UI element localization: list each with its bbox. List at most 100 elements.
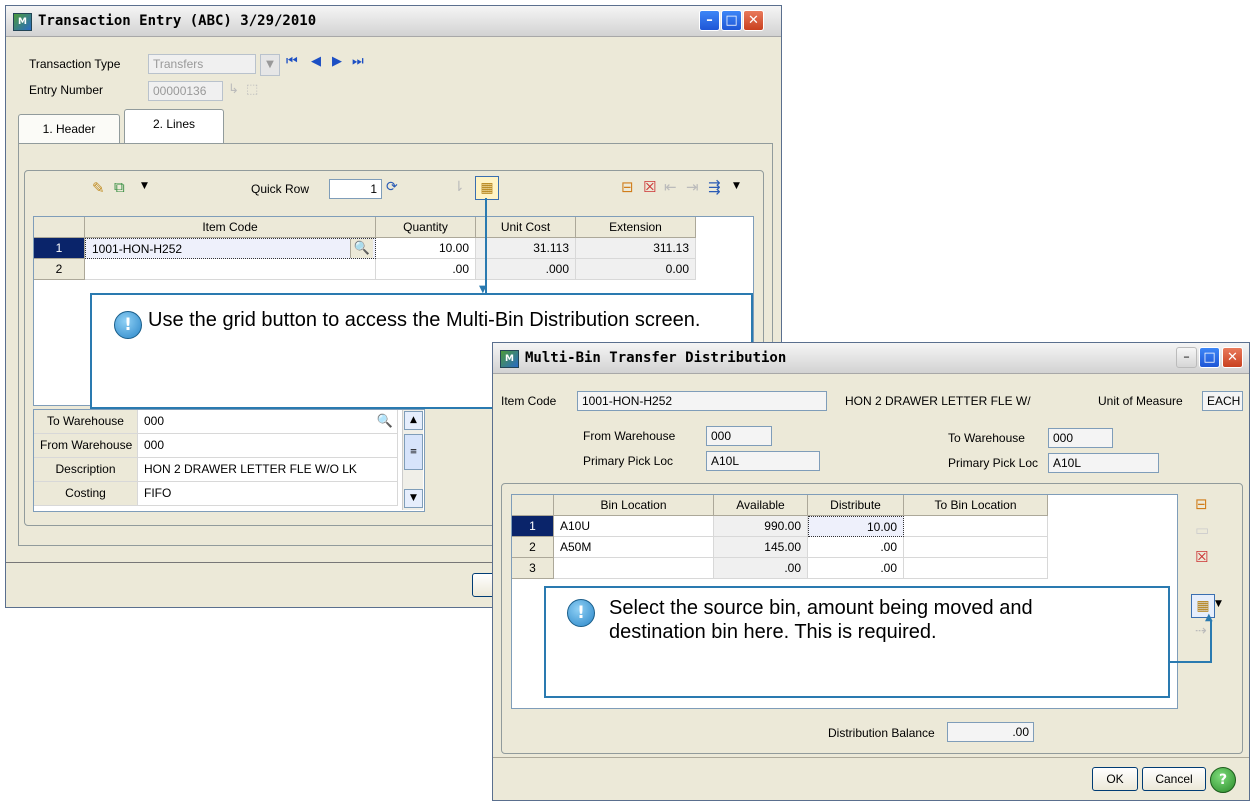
close-button[interactable]: ✕ xyxy=(743,10,764,31)
callout-text: Select the source bin, amount being move… xyxy=(609,597,1033,643)
column-header[interactable]: To Bin Location xyxy=(904,495,1048,516)
window-title: Multi-Bin Transfer Distribution xyxy=(525,350,787,366)
disabled-tool-icon: ⇢ xyxy=(1195,623,1207,639)
details-scrollbar[interactable]: ▲ ≡ ▼ xyxy=(402,410,423,510)
indent-icon: ⇤ xyxy=(664,178,677,196)
detail-label: From Warehouse xyxy=(34,434,138,458)
maximize-button[interactable]: □ xyxy=(721,10,742,31)
table-cell-bin[interactable]: A50M xyxy=(554,537,714,558)
detail-value[interactable]: 000 🔍 xyxy=(138,410,398,434)
table-cell-distribute[interactable]: 10.00 xyxy=(808,516,904,537)
table-cell-extension: 311.13 xyxy=(576,238,696,259)
previous-record-icon[interactable]: ◀ xyxy=(311,54,321,69)
multi-bin-window: M Multi-Bin Transfer Distribution – □ ✕ … xyxy=(492,342,1250,801)
table-cell-to-bin[interactable] xyxy=(904,558,1048,579)
table-cell-available: .00 xyxy=(714,558,808,579)
export-icon[interactable]: ⇶ xyxy=(708,178,721,196)
info-icon: ! xyxy=(114,311,142,339)
unit-of-measure-field: EACH xyxy=(1202,391,1243,411)
table-cell-distribute[interactable]: .00 xyxy=(808,537,904,558)
minimize-button[interactable]: – xyxy=(699,10,720,31)
item-lookup-icon[interactable]: ⧉ xyxy=(114,178,125,196)
column-header[interactable]: Distribute xyxy=(808,495,904,516)
table-cell-to-bin[interactable] xyxy=(904,537,1048,558)
table-cell-bin[interactable]: A10U xyxy=(554,516,714,537)
close-button[interactable]: ✕ xyxy=(1222,347,1243,368)
scroll-up-icon[interactable]: ▲ xyxy=(404,411,423,430)
row-number[interactable]: 3 xyxy=(512,558,554,579)
row-number[interactable]: 1 xyxy=(512,516,554,537)
search-icon[interactable]: 🔍 xyxy=(350,239,373,258)
tab-lines[interactable]: 2. Lines xyxy=(124,109,224,144)
entry-number-field[interactable]: 00000136 xyxy=(148,81,223,101)
quick-row-input[interactable]: 1 xyxy=(329,179,382,199)
table-cell-quantity[interactable]: .00 xyxy=(376,259,476,280)
info-icon: ! xyxy=(567,599,595,627)
copy-entry-icon[interactable]: ⬚ xyxy=(246,82,258,97)
distribution-balance-field: .00 xyxy=(947,722,1034,742)
row-number[interactable]: 2 xyxy=(512,537,554,558)
scroll-down-icon[interactable]: ▼ xyxy=(404,489,423,508)
item-description: HON 2 DRAWER LETTER FLE W/ xyxy=(845,394,1031,408)
next-record-icon[interactable]: ▶ xyxy=(332,54,342,69)
dropdown-small-icon-2[interactable]: ▼ xyxy=(733,181,740,191)
cancel-button[interactable]: Cancel xyxy=(1142,767,1206,791)
dropdown-small-icon[interactable]: ▼ xyxy=(141,181,148,191)
next-entry-icon[interactable]: ↳ xyxy=(228,82,239,97)
table-cell-item-code[interactable] xyxy=(85,259,376,280)
table-cell-to-bin[interactable] xyxy=(904,516,1048,537)
from-pick-loc-label: Primary Pick Loc xyxy=(583,454,674,468)
dropdown-arrow-icon[interactable]: ▼ xyxy=(260,54,280,76)
detail-value[interactable]: 000 xyxy=(138,434,398,458)
unavailable-icon: ⇂ xyxy=(453,179,465,195)
callout-distribution: ! Select the source bin, amount being mo… xyxy=(544,586,1170,698)
tab-header-label: 1. Header xyxy=(42,122,96,136)
row-number[interactable]: 1 xyxy=(34,238,85,259)
dropdown-small-icon[interactable]: ▼ xyxy=(1215,599,1222,609)
table-cell-distribute[interactable]: .00 xyxy=(808,558,904,579)
row-number[interactable]: 2 xyxy=(34,259,85,280)
transaction-type-select[interactable]: Transfers xyxy=(148,54,256,74)
table-cell-unit-cost: 31.113 xyxy=(476,238,576,259)
from-warehouse-field: 000 xyxy=(706,426,772,446)
column-header[interactable]: Item Code xyxy=(85,217,376,238)
unit-of-measure-label: Unit of Measure xyxy=(1098,394,1183,408)
detail-value[interactable]: HON 2 DRAWER LETTER FLE W/O LK xyxy=(138,458,398,482)
table-cell-item-code[interactable]: 1001-HON-H252 🔍 xyxy=(85,238,376,259)
ok-button[interactable]: OK xyxy=(1092,767,1138,791)
column-header[interactable]: Bin Location xyxy=(554,495,714,516)
help-icon[interactable]: ? xyxy=(1210,767,1236,793)
maximize-button[interactable]: □ xyxy=(1199,347,1220,368)
delete-row-icon[interactable]: ☒ xyxy=(643,178,656,196)
insert-row-icon[interactable]: ⊟ xyxy=(621,178,634,196)
detail-value[interactable]: FIFO xyxy=(138,482,398,506)
scroll-thumb[interactable]: ≡ xyxy=(404,434,423,470)
table-cell-bin[interactable] xyxy=(554,558,714,579)
minimize-button[interactable]: – xyxy=(1176,347,1197,368)
outdent-icon: ⇥ xyxy=(686,178,699,196)
column-header[interactable]: Extension xyxy=(576,217,696,238)
callout-connector xyxy=(1170,661,1212,663)
callout-text: Use the grid button to access the Multi-… xyxy=(148,309,701,331)
delete-row-icon[interactable]: ☒ xyxy=(1195,548,1208,566)
search-icon[interactable]: 🔍 xyxy=(377,410,393,433)
column-header[interactable]: Available xyxy=(714,495,808,516)
blank-icon: ▭ xyxy=(1195,521,1210,539)
insert-row-icon[interactable]: ⊟ xyxy=(1195,495,1208,513)
first-record-icon[interactable]: ⏮ xyxy=(286,54,298,69)
to-pick-loc-field: A10L xyxy=(1048,453,1159,473)
column-header[interactable]: Unit Cost xyxy=(476,217,576,238)
table-cell-available: 145.00 xyxy=(714,537,808,558)
table-cell-extension: 0.00 xyxy=(576,259,696,280)
app-icon: M xyxy=(500,350,519,368)
tab-header[interactable]: 1. Header xyxy=(18,114,120,144)
title-bar: M Transaction Entry (ABC) 3/29/2010 – □ … xyxy=(6,6,781,37)
grid-button-icon[interactable]: ▦ xyxy=(475,176,499,200)
edit-item-icon[interactable]: ✎ xyxy=(92,179,105,197)
last-record-icon[interactable]: ⏭ xyxy=(352,54,364,69)
item-code-label: Item Code xyxy=(501,394,557,408)
column-header[interactable]: Quantity xyxy=(376,217,476,238)
title-bar: M Multi-Bin Transfer Distribution – □ ✕ xyxy=(493,343,1249,374)
jump-row-icon[interactable]: ⟳ xyxy=(386,179,398,195)
table-cell-quantity[interactable]: 10.00 xyxy=(376,238,476,259)
